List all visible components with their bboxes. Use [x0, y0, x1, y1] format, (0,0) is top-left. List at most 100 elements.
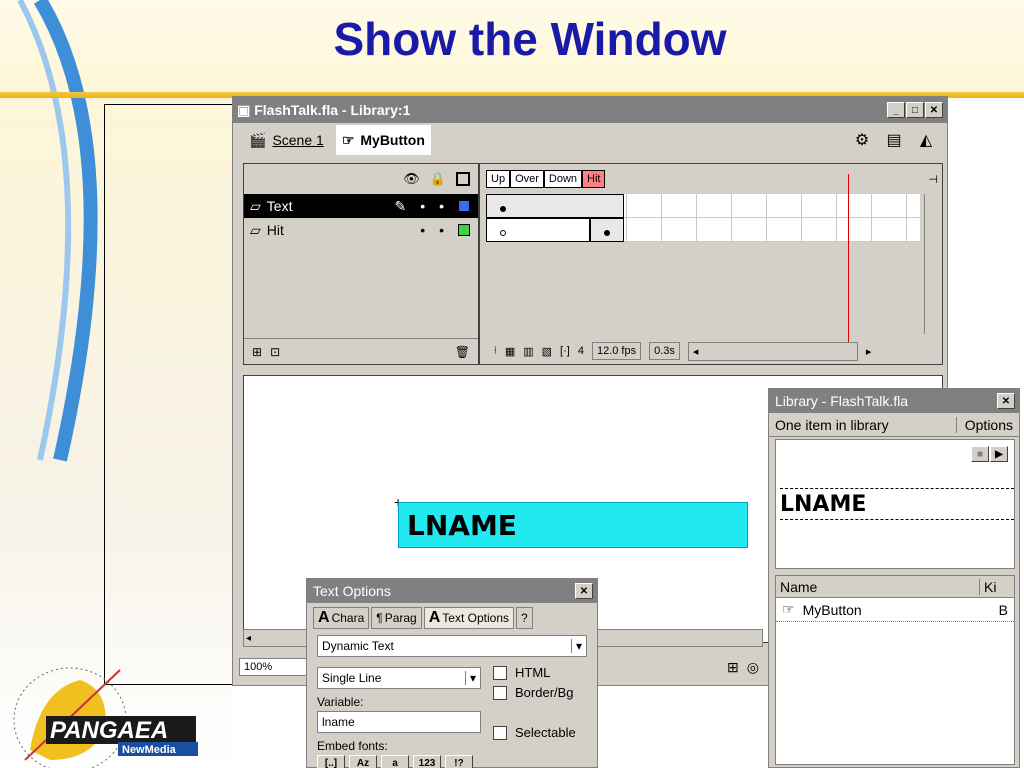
frame-label-up[interactable]: Up: [486, 170, 511, 188]
timeline-scrollbar[interactable]: [924, 194, 942, 334]
line-type-select[interactable]: Single Line ▾: [317, 667, 481, 689]
variable-input[interactable]: lname: [317, 711, 481, 733]
embed-lowercase-icon[interactable]: a: [381, 755, 409, 768]
library-close-button[interactable]: ✕: [997, 393, 1015, 409]
text-options-titlebar[interactable]: Text Options ✕: [307, 579, 597, 603]
library-panel: Library - FlashTalk.fla ✕ One item in li…: [768, 388, 1020, 768]
edit-multiple-icon[interactable]: ▧: [542, 345, 552, 358]
embed-font-buttons: [..] Az a 123 !?: [317, 755, 473, 768]
add-layer-icon[interactable]: ⊞: [252, 345, 262, 359]
library-options-menu[interactable]: Options: [955, 416, 1013, 433]
zoom-field[interactable]: 100%: [239, 658, 309, 676]
lock-icon[interactable]: 🔒: [430, 171, 446, 187]
checkbox-label: Border/Bg: [515, 685, 574, 700]
checkbox-label: Selectable: [515, 725, 576, 740]
stop-icon[interactable]: ■: [971, 446, 989, 462]
library-info: One item in library Options: [769, 413, 1019, 437]
frame-labels: Up Over Down Hit ⊣: [482, 164, 942, 194]
column-kind[interactable]: Ki: [980, 579, 1014, 595]
text-options-close-button[interactable]: ✕: [575, 583, 593, 599]
timeline-hscroll[interactable]: ◂: [687, 341, 858, 361]
visibility-dot[interactable]: •: [420, 198, 425, 214]
list-header: Name Ki: [776, 576, 1014, 598]
embed-numbers-icon[interactable]: 123: [413, 755, 441, 768]
dropdown-arrow-icon: ▾: [570, 639, 582, 653]
lock-dot[interactable]: •: [439, 222, 444, 238]
checkbox-box: [493, 685, 507, 700]
visibility-dot[interactable]: •: [420, 222, 425, 238]
character-icon: A: [318, 609, 330, 626]
maximize-button[interactable]: □: [906, 102, 924, 118]
align-icon[interactable]: ⊞: [727, 659, 739, 676]
paragraph-icon: ¶: [376, 611, 383, 625]
onion-markers-icon[interactable]: [·]: [560, 345, 570, 357]
page-title: Show the Window: [333, 13, 727, 65]
library-titlebar[interactable]: Library - FlashTalk.fla ✕: [769, 389, 1019, 413]
tab-paragraph[interactable]: ¶ Parag: [371, 607, 422, 629]
text-type-value: Dynamic Text: [322, 639, 394, 653]
embed-punctuation-icon[interactable]: !?: [445, 755, 473, 768]
item-kind: B: [998, 601, 1008, 618]
slide-frame-line: [104, 104, 105, 684]
tab-text-options[interactable]: A Text Options: [423, 607, 514, 629]
library-item-list: Name Ki ☞ MyButton B: [775, 575, 1015, 765]
onion-skin-icon[interactable]: ▦: [505, 345, 515, 358]
layer-row-text[interactable]: ▱ Text ✎ • •: [244, 194, 478, 218]
text-options-panel: Text Options ✕ A Chara ¶ Parag A Text Optio…: [306, 578, 598, 768]
center-frame-icon[interactable]: ⍿: [494, 345, 497, 358]
layer-row-hit[interactable]: ▱ Hit • •: [244, 218, 478, 242]
edit-scene-icon[interactable]: ⚙: [849, 128, 875, 152]
item-name: MyButton: [802, 601, 862, 618]
tab-character[interactable]: A Chara: [313, 607, 370, 629]
layer-list: 👁 🔒 ▱ Text ✎ • • ▱ Hit • • ⊞ ⊡ 🗑: [244, 164, 480, 364]
column-name[interactable]: Name: [776, 578, 980, 595]
frame-grid[interactable]: [486, 194, 920, 242]
current-frame: 4: [577, 345, 584, 357]
keyframe-span[interactable]: [486, 194, 624, 218]
frame-label-over[interactable]: Over: [510, 170, 544, 188]
embed-uppercase-icon[interactable]: Az: [349, 755, 377, 768]
playhead[interactable]: [848, 174, 849, 354]
keyframe-dot[interactable]: [604, 230, 610, 236]
play-icon[interactable]: ▶: [990, 446, 1008, 462]
window-titlebar[interactable]: ▣ FlashTalk.fla - Library:1 _ □ ✕: [233, 97, 947, 123]
empty-keyframe-dot[interactable]: [500, 230, 506, 236]
shapes-icon[interactable]: ◭: [913, 128, 939, 152]
close-button[interactable]: ✕: [925, 102, 943, 118]
symbol-tab[interactable]: ☞ MyButton: [335, 125, 431, 155]
embed-all-icon[interactable]: [..]: [317, 755, 345, 768]
edit-symbol-icon[interactable]: ▤: [881, 128, 907, 152]
scene-link[interactable]: 🎬 Scene 1: [243, 128, 330, 153]
logo-subtext: NewMedia: [122, 744, 177, 756]
html-checkbox[interactable]: HTML: [493, 665, 550, 680]
scroll-right-icon[interactable]: ▸: [866, 345, 872, 358]
onion-outline-icon[interactable]: ▥: [523, 345, 533, 358]
list-item[interactable]: ☞ MyButton B: [776, 598, 1014, 622]
border-bg-checkbox[interactable]: Border/Bg: [493, 685, 574, 700]
logo-text: PANGAEA: [50, 717, 168, 744]
palette-icon[interactable]: ◎: [747, 659, 759, 676]
scroll-left-icon[interactable]: ◂: [244, 633, 251, 644]
minimize-button[interactable]: _: [887, 102, 905, 118]
layer-color-swatch[interactable]: [458, 200, 470, 212]
text-icon: A: [428, 609, 441, 626]
trash-icon[interactable]: 🗑: [455, 345, 470, 359]
dynamic-text-field[interactable]: LNAME: [398, 502, 748, 548]
text-type-select[interactable]: Dynamic Text ▾: [317, 635, 587, 657]
outline-icon[interactable]: [456, 172, 470, 186]
keyframe-dot[interactable]: [500, 206, 506, 212]
preview-text: LNAME: [780, 488, 1014, 520]
lock-dot[interactable]: •: [439, 198, 444, 214]
frame-label-down[interactable]: Down: [543, 170, 583, 188]
layer-color-swatch[interactable]: [458, 224, 470, 236]
eye-icon[interactable]: 👁: [403, 171, 420, 187]
help-icon[interactable]: ?: [516, 607, 533, 629]
scene-bar: 🎬 Scene 1 ☞ MyButton ⚙ ▤ ◭: [233, 123, 947, 157]
checkbox-box: [493, 725, 507, 740]
slide-frame-line: [104, 104, 232, 105]
frame-label-hit[interactable]: Hit: [582, 170, 606, 188]
add-guide-icon[interactable]: ⊡: [270, 345, 280, 359]
selectable-checkbox[interactable]: Selectable: [493, 725, 576, 740]
checkbox-box: [493, 665, 507, 680]
frame-view-icon[interactable]: ⊣: [928, 173, 938, 186]
